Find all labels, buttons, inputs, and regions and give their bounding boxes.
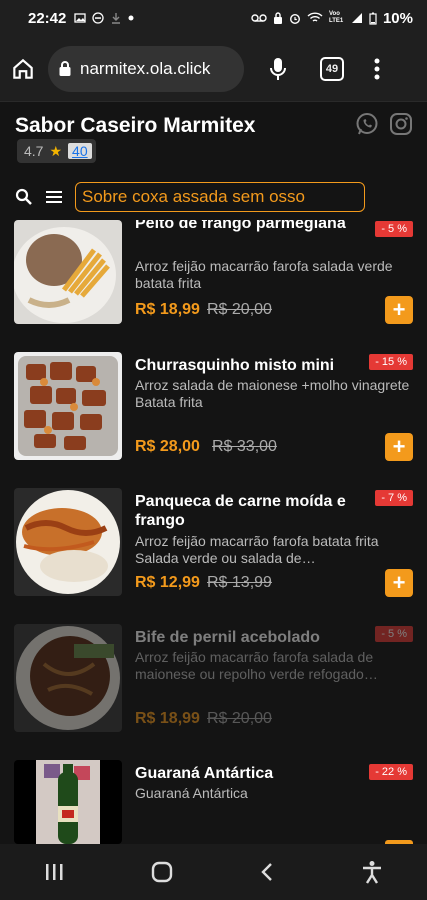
product-list: Peito de frango parmegiana Arroz feijão … — [0, 220, 427, 844]
plus-icon: + — [392, 434, 406, 459]
photo-icon — [74, 13, 87, 23]
recent-apps-icon[interactable] — [44, 863, 64, 881]
discount-badge: - 15 % — [369, 354, 413, 370]
product-price: R$ 18,99 — [135, 710, 200, 727]
battery-icon — [369, 12, 377, 25]
home-icon[interactable] — [10, 56, 36, 82]
product-image[interactable] — [14, 488, 122, 596]
status-time: 22:42 — [28, 9, 67, 27]
product-description: Arroz feijão macarrão farofa salada verd… — [135, 258, 393, 291]
list-item[interactable]: Guaraná Antártica Guaraná Antártica - 22… — [0, 760, 427, 844]
home-button-icon[interactable] — [151, 861, 173, 883]
product-name: Churrasquinho misto mini — [135, 357, 335, 374]
search-icon[interactable] — [15, 188, 33, 206]
dnd-icon — [92, 12, 105, 24]
discount-badge: - 5 % — [375, 626, 413, 642]
add-to-cart-button[interactable]: + — [385, 569, 413, 597]
product-image[interactable] — [14, 624, 122, 732]
signal-icon — [351, 13, 362, 23]
product-old-price: R$ 33,00 — [212, 438, 277, 455]
status-right-icons: Voo LTE1 10% — [251, 10, 413, 27]
product-price: R$ 28,00 — [135, 438, 200, 455]
status-bar: 22:42 Voo LTE1 10% — [0, 0, 427, 36]
tab-switcher-button[interactable]: 49 — [320, 56, 344, 81]
product-description: Guaraná Antártica — [135, 785, 248, 801]
product-description: Arroz salada de maionese +molho vinagret… — [135, 377, 410, 410]
browser-toolbar: narmitex.ola.click 49 — [0, 36, 427, 102]
menu-icon[interactable] — [45, 189, 63, 205]
discount-badge: - 22 % — [369, 764, 413, 780]
product-old-price: R$ 20,00 — [207, 301, 272, 318]
list-item[interactable]: Peito de frango parmegiana Arroz feijão … — [0, 220, 427, 338]
battery-level: 10% — [382, 9, 413, 27]
discount-badge: - 7 % — [375, 490, 413, 506]
more-options-icon[interactable] — [374, 58, 380, 80]
category-search-field[interactable]: Sobre coxa assada sem osso — [75, 182, 365, 212]
plus-icon: + — [392, 570, 406, 595]
dot-icon — [128, 15, 134, 21]
list-item[interactable]: Panqueca de carne moída e frango Arroz f… — [0, 488, 427, 606]
system-nav-bar — [0, 844, 427, 900]
product-description: Arroz feijão macarrão farofa batata frit… — [135, 533, 379, 566]
network-label: Voo LTE1 — [328, 11, 344, 24]
accessibility-icon[interactable] — [361, 860, 383, 884]
product-image[interactable] — [14, 352, 122, 460]
plus-icon: + — [392, 297, 406, 322]
product-image[interactable] — [14, 220, 122, 324]
mic-icon[interactable] — [268, 56, 288, 82]
product-price: R$ 18,99 — [135, 301, 200, 318]
product-name: Panqueca de carne moída e frango — [135, 493, 346, 529]
status-left-icons — [74, 12, 134, 24]
download-icon — [112, 13, 121, 24]
lock-icon[interactable] — [58, 60, 72, 77]
product-old-price: R$ 13,99 — [207, 574, 272, 591]
store-title: Sabor Caseiro Marmitex — [15, 114, 256, 137]
voicemail-icon — [251, 14, 267, 22]
star-icon: ★ — [49, 142, 63, 159]
alarm-icon — [289, 14, 300, 24]
list-item[interactable]: Bife de pernil acebolado Arroz feijão ma… — [0, 624, 427, 742]
discount-badge: - 5 % — [375, 221, 413, 237]
add-to-cart-button[interactable]: + — [385, 296, 413, 324]
whatsapp-icon[interactable] — [355, 112, 379, 136]
instagram-icon[interactable] — [389, 112, 413, 136]
menu-toolbar: Sobre coxa assada sem osso — [15, 182, 365, 212]
wifi-icon — [307, 12, 323, 22]
product-price: R$ 12,99 — [135, 574, 200, 591]
product-image[interactable] — [14, 760, 122, 844]
list-item[interactable]: Churrasquinho misto mini Arroz salada de… — [0, 352, 427, 470]
lock-icon — [273, 12, 282, 24]
back-icon[interactable] — [260, 862, 274, 882]
product-name: Peito de frango parmegiana — [135, 220, 346, 232]
rating-value: 4.7 — [24, 143, 44, 159]
product-name: Bife de pernil acebolado — [135, 629, 320, 646]
add-to-cart-button[interactable]: + — [385, 433, 413, 461]
review-count-link[interactable]: 40 — [68, 143, 92, 159]
product-old-price: R$ 20,00 — [207, 710, 272, 727]
rating-badge[interactable]: 4.7 ★ 40 — [17, 139, 96, 163]
product-description: Arroz feijão macarrão farofa salada de m… — [135, 649, 378, 682]
social-links — [355, 112, 413, 136]
product-name: Guaraná Antártica — [135, 765, 274, 782]
url-text[interactable]: narmitex.ola.click — [80, 59, 210, 79]
store-page: Sabor Caseiro Marmitex 4.7 ★ 40 Sobre co… — [0, 102, 427, 844]
url-bar[interactable]: narmitex.ola.click — [48, 45, 244, 92]
